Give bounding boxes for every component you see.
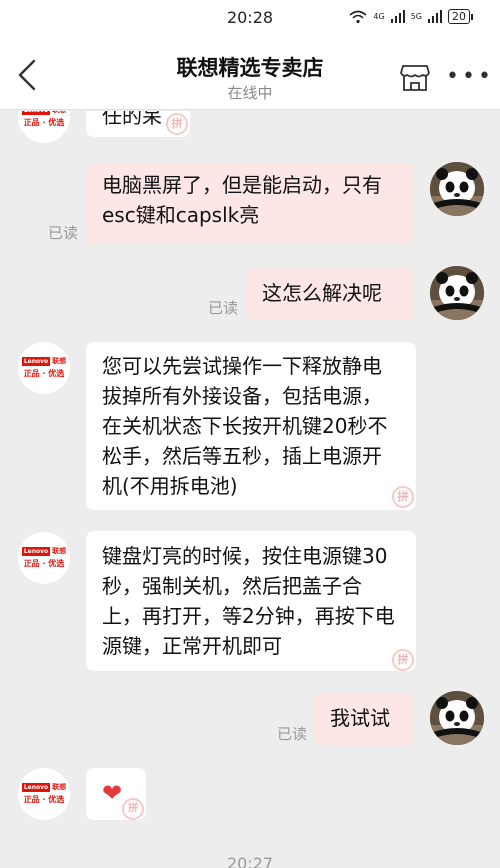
chat-header: 联想精选专卖店 在线中 ••• — [0, 34, 500, 110]
lenovo-cn-text: 联想 — [52, 111, 66, 115]
message-bubble[interactable]: ❤ 拼 — [86, 768, 146, 820]
store-tagline: 正品 · 优选 — [23, 369, 65, 378]
pin-badge-icon: 拼 — [166, 113, 188, 135]
message-bubble[interactable]: 电脑黑屏了，但是能启动，只有esc键和capslk亮 — [86, 164, 414, 244]
heart-emoji-icon: ❤ — [102, 779, 123, 807]
more-dots-icon[interactable]: ••• — [446, 62, 491, 92]
pin-badge-icon: 拼 — [392, 486, 414, 508]
message-bubble[interactable]: 我试试 — [314, 693, 414, 745]
chat-area[interactable]: Lenovo联想 正品 · 优选 任的呆 拼 已读 电脑黑屏了，但是能启动，只有… — [0, 111, 500, 868]
store-avatar[interactable]: Lenovo联想 正品 · 优选 — [18, 532, 70, 584]
store-icon[interactable] — [400, 64, 430, 92]
message-bubble[interactable]: 键盘灯亮的时候，按住电源键30秒，强制关机，然后把盖子合上，再打开，等2分钟，再… — [86, 531, 416, 671]
network-label-1: 4G — [373, 12, 385, 21]
battery-level: 20 — [452, 10, 466, 23]
status-bar: 20:28 4G 5G 20 — [0, 0, 500, 34]
message-text: 键盘灯亮的时候，按住电源键30秒，强制关机，然后把盖子合上，再打开，等2分钟，再… — [102, 544, 395, 658]
message-text: 电脑黑屏了，但是能启动，只有esc键和capslk亮 — [102, 173, 382, 227]
message-bubble[interactable]: 这怎么解决呢 — [246, 268, 414, 320]
store-tagline: 正品 · 优选 — [23, 559, 65, 568]
read-receipt: 已读 — [208, 299, 239, 317]
message-text: 任的呆 — [102, 111, 162, 128]
signal-icon — [390, 10, 405, 23]
battery-indicator: 20 — [448, 9, 473, 24]
lenovo-logo-text: Lenovo — [21, 357, 51, 366]
user-avatar[interactable] — [430, 691, 484, 745]
pin-badge-icon: 拼 — [392, 649, 414, 671]
lenovo-logo-text: Lenovo — [21, 547, 51, 556]
store-tagline: 正品 · 优选 — [23, 118, 65, 127]
network-label-2: 5G — [410, 12, 422, 21]
store-avatar[interactable]: Lenovo联想 正品 · 优选 — [18, 342, 70, 394]
lenovo-cn-text: 联想 — [52, 357, 67, 365]
lenovo-cn-text: 联想 — [52, 783, 67, 791]
store-tagline: 正品 · 优选 — [23, 795, 65, 804]
user-avatar[interactable] — [430, 266, 484, 320]
message-text: 您可以先尝试操作一下释放静电拔掉所有外接设备，包括电源，在关机状态下长按开机键2… — [102, 354, 388, 498]
user-avatar[interactable] — [430, 162, 484, 216]
message-bubble[interactable]: 您可以先尝试操作一下释放静电拔掉所有外接设备，包括电源，在关机状态下长按开机键2… — [86, 342, 416, 510]
read-receipt: 已读 — [48, 224, 79, 242]
lenovo-logo-text: Lenovo — [21, 783, 51, 792]
status-icons: 4G 5G 20 — [349, 9, 473, 24]
message-bubble[interactable]: 任的呆 拼 — [86, 111, 190, 137]
store-avatar[interactable]: Lenovo联想 正品 · 优选 — [18, 768, 70, 820]
signal-icon — [428, 10, 442, 23]
store-avatar[interactable]: Lenovo联想 正品 · 优选 — [18, 111, 70, 143]
message-timestamp: 20:27 — [226, 854, 274, 868]
wifi-icon — [349, 10, 367, 23]
read-receipt: 已读 — [277, 725, 308, 743]
lenovo-cn-text: 联想 — [52, 547, 67, 555]
pin-badge-icon: 拼 — [122, 798, 144, 820]
lenovo-logo-text: Lenovo — [21, 111, 51, 115]
message-text: 这怎么解决呢 — [262, 281, 382, 305]
message-text: 我试试 — [330, 706, 390, 730]
